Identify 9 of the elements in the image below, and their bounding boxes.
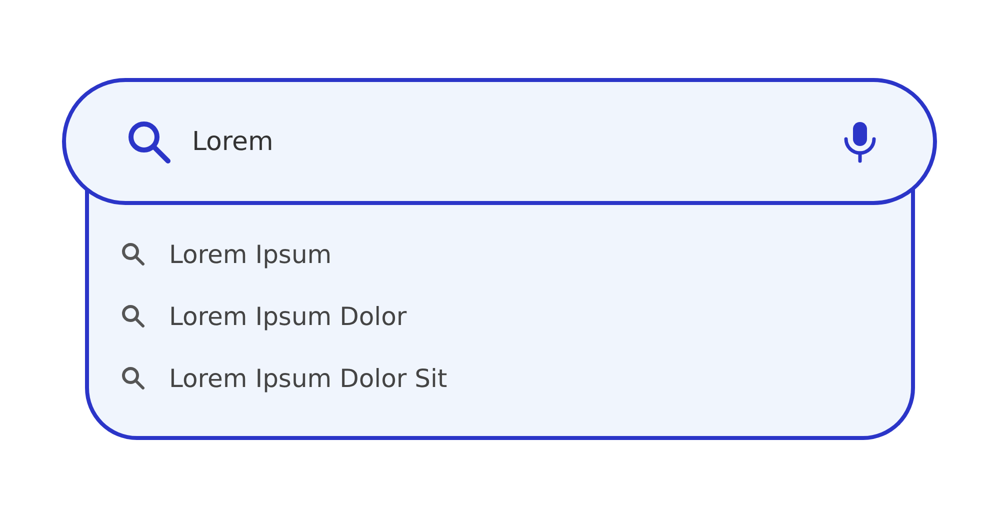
search-icon [121,366,145,390]
search-icon [126,118,172,164]
search-field[interactable]: Lorem [192,126,823,156]
search-icon [121,304,145,328]
search-icon [121,242,145,266]
suggestion-item[interactable]: Lorem Ipsum Dolor Sit [121,347,448,409]
microphone-icon[interactable] [843,120,877,162]
suggestion-item[interactable]: Lorem Ipsum Dolor [121,285,407,347]
suggestion-item[interactable]: Lorem Ipsum [121,223,332,285]
